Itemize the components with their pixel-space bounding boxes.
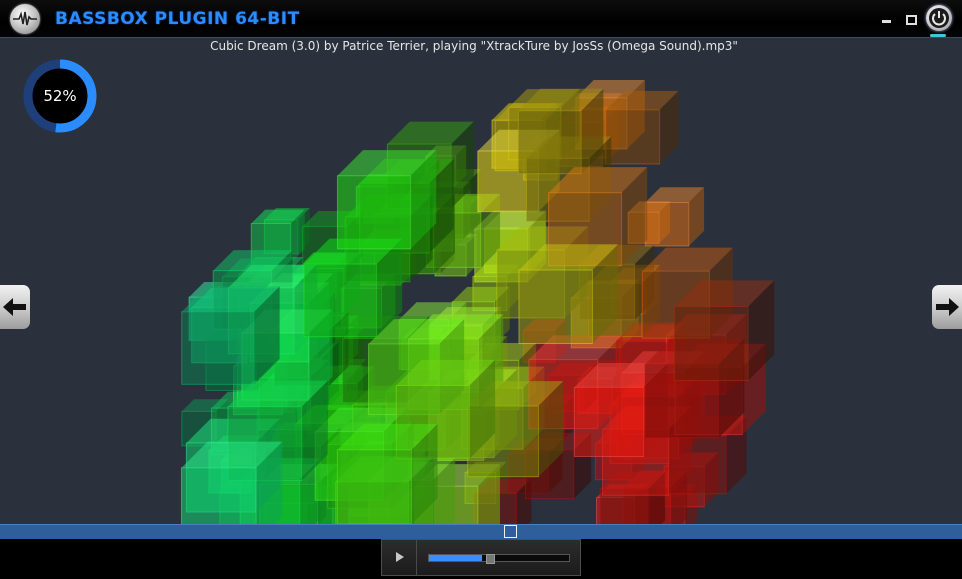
transport-panel	[381, 539, 581, 576]
bottom-bar	[0, 539, 962, 579]
cube-visualization	[180, 79, 775, 524]
seek-thumb[interactable]	[504, 525, 517, 538]
title-bar: BASSBOX PLUGIN 64-BIT	[0, 0, 962, 38]
arrow-left-icon	[3, 298, 26, 316]
maximize-button[interactable]	[904, 12, 918, 26]
minimize-button[interactable]	[880, 12, 894, 26]
progress-percent: 52%	[43, 87, 77, 105]
visualization-area: Cubic Dream (3.0) by Patrice Terrier, pl…	[0, 38, 962, 524]
volume-fill	[429, 555, 483, 561]
previous-button[interactable]	[0, 285, 30, 329]
cube	[517, 88, 604, 175]
waveform-icon[interactable]	[10, 4, 40, 34]
volume-slider[interactable]	[428, 554, 570, 564]
cube	[303, 238, 403, 338]
cube	[673, 280, 775, 382]
app-title: BASSBOX PLUGIN 64-BIT	[55, 9, 300, 29]
seek-bar[interactable]	[0, 524, 962, 539]
cube	[336, 423, 438, 524]
cube	[605, 90, 679, 165]
next-button[interactable]	[932, 285, 962, 329]
arrow-right-icon	[936, 298, 959, 316]
power-indicator	[930, 34, 946, 37]
power-icon[interactable]	[926, 5, 952, 31]
cube	[336, 150, 437, 250]
cube	[518, 244, 619, 345]
now-playing-caption: Cubic Dream (3.0) by Patrice Terrier, pl…	[210, 39, 738, 53]
volume-knob[interactable]	[486, 554, 496, 564]
cube	[644, 187, 705, 247]
cube	[181, 286, 280, 385]
play-button[interactable]	[382, 540, 417, 575]
cube	[180, 441, 283, 524]
